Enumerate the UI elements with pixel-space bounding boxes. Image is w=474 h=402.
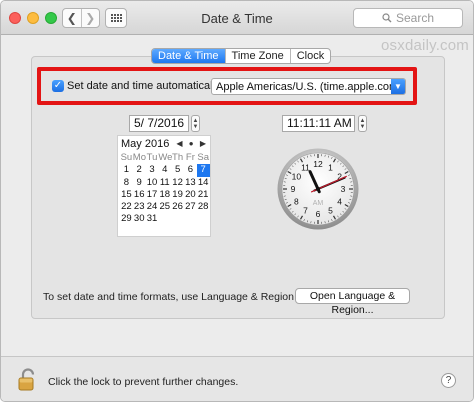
calendar-weekday: Tu: [146, 152, 158, 163]
calendar-day[interactable]: 2: [133, 164, 146, 176]
calendar-day[interactable]: 31: [146, 213, 159, 225]
stepper-down-icon: ▼: [192, 123, 199, 130]
calendar-day[interactable]: 8: [120, 177, 133, 189]
calendar-weekday: Mo: [132, 152, 146, 163]
clock-center: [316, 187, 320, 191]
calendar-weekday: Su: [120, 152, 133, 163]
lock-icon[interactable]: [17, 368, 39, 392]
time-server-select[interactable]: Apple Americas/U.S. (time.apple.com.) ▼: [211, 78, 406, 95]
calendar-month: May 2016: [121, 138, 170, 150]
time-stepper[interactable]: ▲ ▼: [358, 115, 367, 132]
watermark: osxdaily.com: [381, 37, 469, 54]
calendar-day[interactable]: 12: [171, 177, 184, 189]
help-button[interactable]: ?: [441, 373, 456, 388]
clock-numeral: 12: [313, 159, 323, 169]
search-placeholder: Search: [395, 11, 435, 25]
auto-time-label: Set date and time automatically:: [67, 80, 224, 92]
clock-numeral: 6: [316, 209, 321, 219]
calendar-day[interactable]: 27: [184, 201, 197, 213]
time-server-value: Apple Americas/U.S. (time.apple.com.): [216, 81, 405, 93]
calendar-day[interactable]: 30: [133, 213, 146, 225]
clock-numeral: 11: [301, 162, 310, 172]
search-field[interactable]: Search: [353, 8, 463, 28]
search-icon: [382, 13, 392, 23]
chevron-down-icon: ▼: [391, 79, 405, 94]
calendar-weekday: We: [158, 152, 173, 163]
calendar-day[interactable]: 28: [197, 201, 210, 213]
title-bar: ❮ ❯ Date & Time Search: [1, 1, 473, 35]
calendar-day[interactable]: 14: [197, 177, 210, 189]
date-stepper[interactable]: ▲ ▼: [191, 115, 200, 132]
calendar-day[interactable]: 29: [120, 213, 133, 225]
tab-bar: Date & Time Time Zone Clock: [151, 48, 332, 64]
calendar-day[interactable]: 13: [184, 177, 197, 189]
calendar-day[interactable]: 19: [171, 189, 184, 201]
clock-numeral: 10: [292, 172, 302, 182]
clock-numeral: 1: [328, 162, 333, 172]
calendar-day-selected[interactable]: 7: [196, 164, 210, 177]
clock-numeral: 5: [328, 206, 333, 216]
calendar-day[interactable]: 20: [184, 189, 197, 201]
time-field[interactable]: 11:11:11 AM: [282, 115, 355, 132]
calendar-day[interactable]: 4: [158, 164, 171, 176]
calendar-nav[interactable]: ◀ ● ▶: [176, 139, 208, 148]
calendar-weekday: Fr: [185, 152, 195, 163]
auto-time-checkbox[interactable]: ✓: [52, 80, 64, 92]
analog-clock: 12 1234567891011 AM: [277, 148, 359, 230]
calendar-day[interactable]: 18: [158, 189, 171, 201]
tab-time-zone[interactable]: Time Zone: [224, 49, 290, 63]
calendar-day[interactable]: 23: [133, 201, 146, 213]
calendar-grid: Su Mo Tu We Th Fr Sa 1 2 3 4 5 6 7 8 9 10 11 12 13 14 15 16 17 1…: [120, 152, 210, 226]
calendar-day[interactable]: 16: [133, 189, 146, 201]
calendar-day[interactable]: 5: [171, 164, 184, 176]
calendar-weekday: Sa: [197, 152, 209, 163]
calendar-day[interactable]: 1: [120, 164, 133, 176]
calendar-day[interactable]: 6: [184, 164, 197, 176]
clock-numeral: 3: [341, 184, 346, 194]
tab-date-time[interactable]: Date & Time: [152, 49, 225, 63]
open-language-region-button[interactable]: Open Language & Region...: [295, 288, 410, 316]
date-field[interactable]: 5/ 7/2016: [129, 115, 189, 132]
calendar: May 2016 ◀ ● ▶ Su Mo Tu We Th Fr Sa 1 2 3 4 5 6 7 8 9 10…: [117, 135, 211, 237]
clock-numeral: 4: [337, 197, 342, 207]
calendar-day[interactable]: 17: [146, 189, 159, 201]
calendar-day[interactable]: 15: [120, 189, 133, 201]
calendar-day[interactable]: 11: [158, 177, 171, 189]
clock-numeral: 8: [294, 197, 299, 207]
tab-clock[interactable]: Clock: [289, 49, 331, 63]
calendar-day[interactable]: 10: [146, 177, 159, 189]
lock-message: Click the lock to prevent further change…: [48, 376, 239, 388]
clock-numeral: 7: [303, 206, 308, 216]
calendar-day[interactable]: 26: [171, 201, 184, 213]
calendar-day[interactable]: 9: [133, 177, 146, 189]
date-time-window: ❮ ❯ Date & Time Search osxdaily.com Date…: [0, 0, 474, 402]
calendar-day[interactable]: 25: [158, 201, 171, 213]
calendar-day[interactable]: 21: [197, 189, 210, 201]
calendar-day[interactable]: 3: [146, 164, 159, 176]
calendar-weekday: Th: [172, 152, 184, 163]
stepper-down-icon: ▼: [359, 123, 366, 130]
clock-ampm: AM: [313, 200, 324, 207]
calendar-day[interactable]: 22: [120, 201, 133, 213]
calendar-day[interactable]: 24: [146, 201, 159, 213]
clock-numeral: 9: [291, 184, 296, 194]
